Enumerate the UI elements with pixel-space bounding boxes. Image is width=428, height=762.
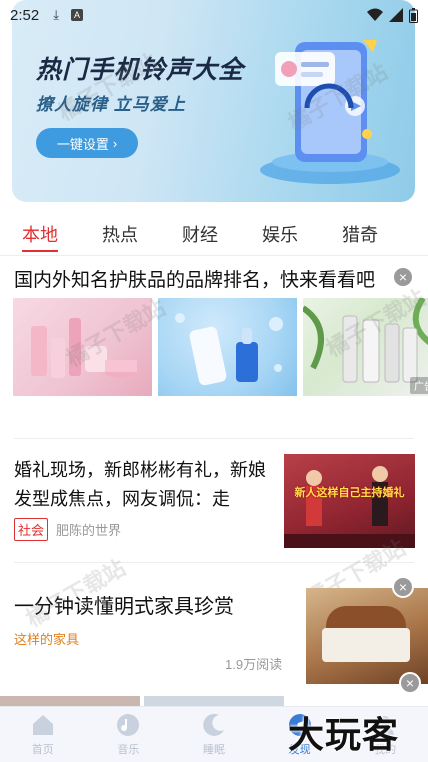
banner-button-label: 一键设置 [56,136,109,152]
skincare-blue-image [158,298,297,396]
nav-discover[interactable]: 发现 [257,707,343,762]
tab-finance[interactable]: 财经 [160,212,240,256]
bed-image [322,628,410,662]
article-title: 婚礼现场，新郎彬彬有礼，新娘发型成焦点，网友调侃：走 [14,460,266,509]
tab-curiosities[interactable]: 猎奇 [320,212,400,256]
nav-music[interactable]: 音乐 [86,707,172,762]
tab-entertainment[interactable]: 娱乐 [240,212,320,256]
nav-sleep[interactable]: 睡眠 [171,707,257,762]
skincare-pink-image [13,298,152,396]
floating-ad-furniture[interactable] [306,588,428,684]
nav-label: 睡眠 [202,744,225,756]
download-icon: ⤓ [53,7,59,22]
close-floating-ad-button[interactable]: × [392,576,414,598]
nav-label: 我的 [374,744,397,756]
tab-trending[interactable]: 热点 [80,212,160,256]
status-bar: 2:52 ⤓ A [0,0,428,30]
nav-label: 发现 [288,744,311,756]
nav-home[interactable]: 首页 [0,707,86,762]
banner-title: 热门手机铃声大全 [36,56,245,84]
skincare-green-image: 广告 [303,298,428,396]
battery-icon [409,7,418,23]
ad-label: 广告 [410,377,428,394]
article-source: 肥陈的世界 [56,523,122,538]
category-tag: 社会 [14,518,49,541]
article-title: 国内外知名护肤品的品牌排名，快来看看吧 [14,270,376,291]
discover-icon [288,714,311,736]
article-title: 一分钟读懂明式家具珍赏 [14,596,234,618]
wifi-icon [367,8,383,21]
tab-local[interactable]: 本地 [0,212,80,256]
category-tabs: 本地 热点 财经 娱乐 猎奇 [0,212,428,256]
close-ad-button[interactable]: × [392,266,414,288]
article-subtitle: 这样的家具 [14,632,80,647]
article-images: 广告 [13,298,428,396]
article-meta: 社会 肥陈的世界 [14,518,121,541]
one-click-setup-button[interactable]: 一键设置 › [36,128,138,158]
bottom-navigation: 首页 音乐 睡眠 发现 我的 [0,706,428,762]
divider [14,438,414,439]
music-icon [117,714,140,736]
wedding-image: 新人这样自己主持婚礼 [284,454,415,548]
chevron-right-icon: › [112,135,118,151]
nav-label: 音乐 [117,744,140,756]
status-time: 2:52 [10,6,40,24]
read-count: 1.9万阅读 [225,657,283,672]
promo-banner[interactable]: 热门手机铃声大全 撩人旋律 立马爱上 一键设置 › 橘子下载站 橘子下载站 [12,0,415,202]
nav-mine[interactable]: 我的 [342,707,428,762]
a-badge-icon: A [70,9,83,21]
nav-label: 首页 [31,744,54,756]
home-icon [32,715,53,735]
user-icon [376,716,395,735]
moon-icon [203,713,224,736]
image-caption: 新人这样自己主持婚礼 [294,487,405,499]
banner-subtitle: 撩人旋律 立马爱上 [36,95,186,114]
signal-icon [389,8,403,22]
phone-illustration [260,40,400,184]
close-floating-ad-button-2[interactable]: × [399,672,421,694]
divider [14,562,414,563]
